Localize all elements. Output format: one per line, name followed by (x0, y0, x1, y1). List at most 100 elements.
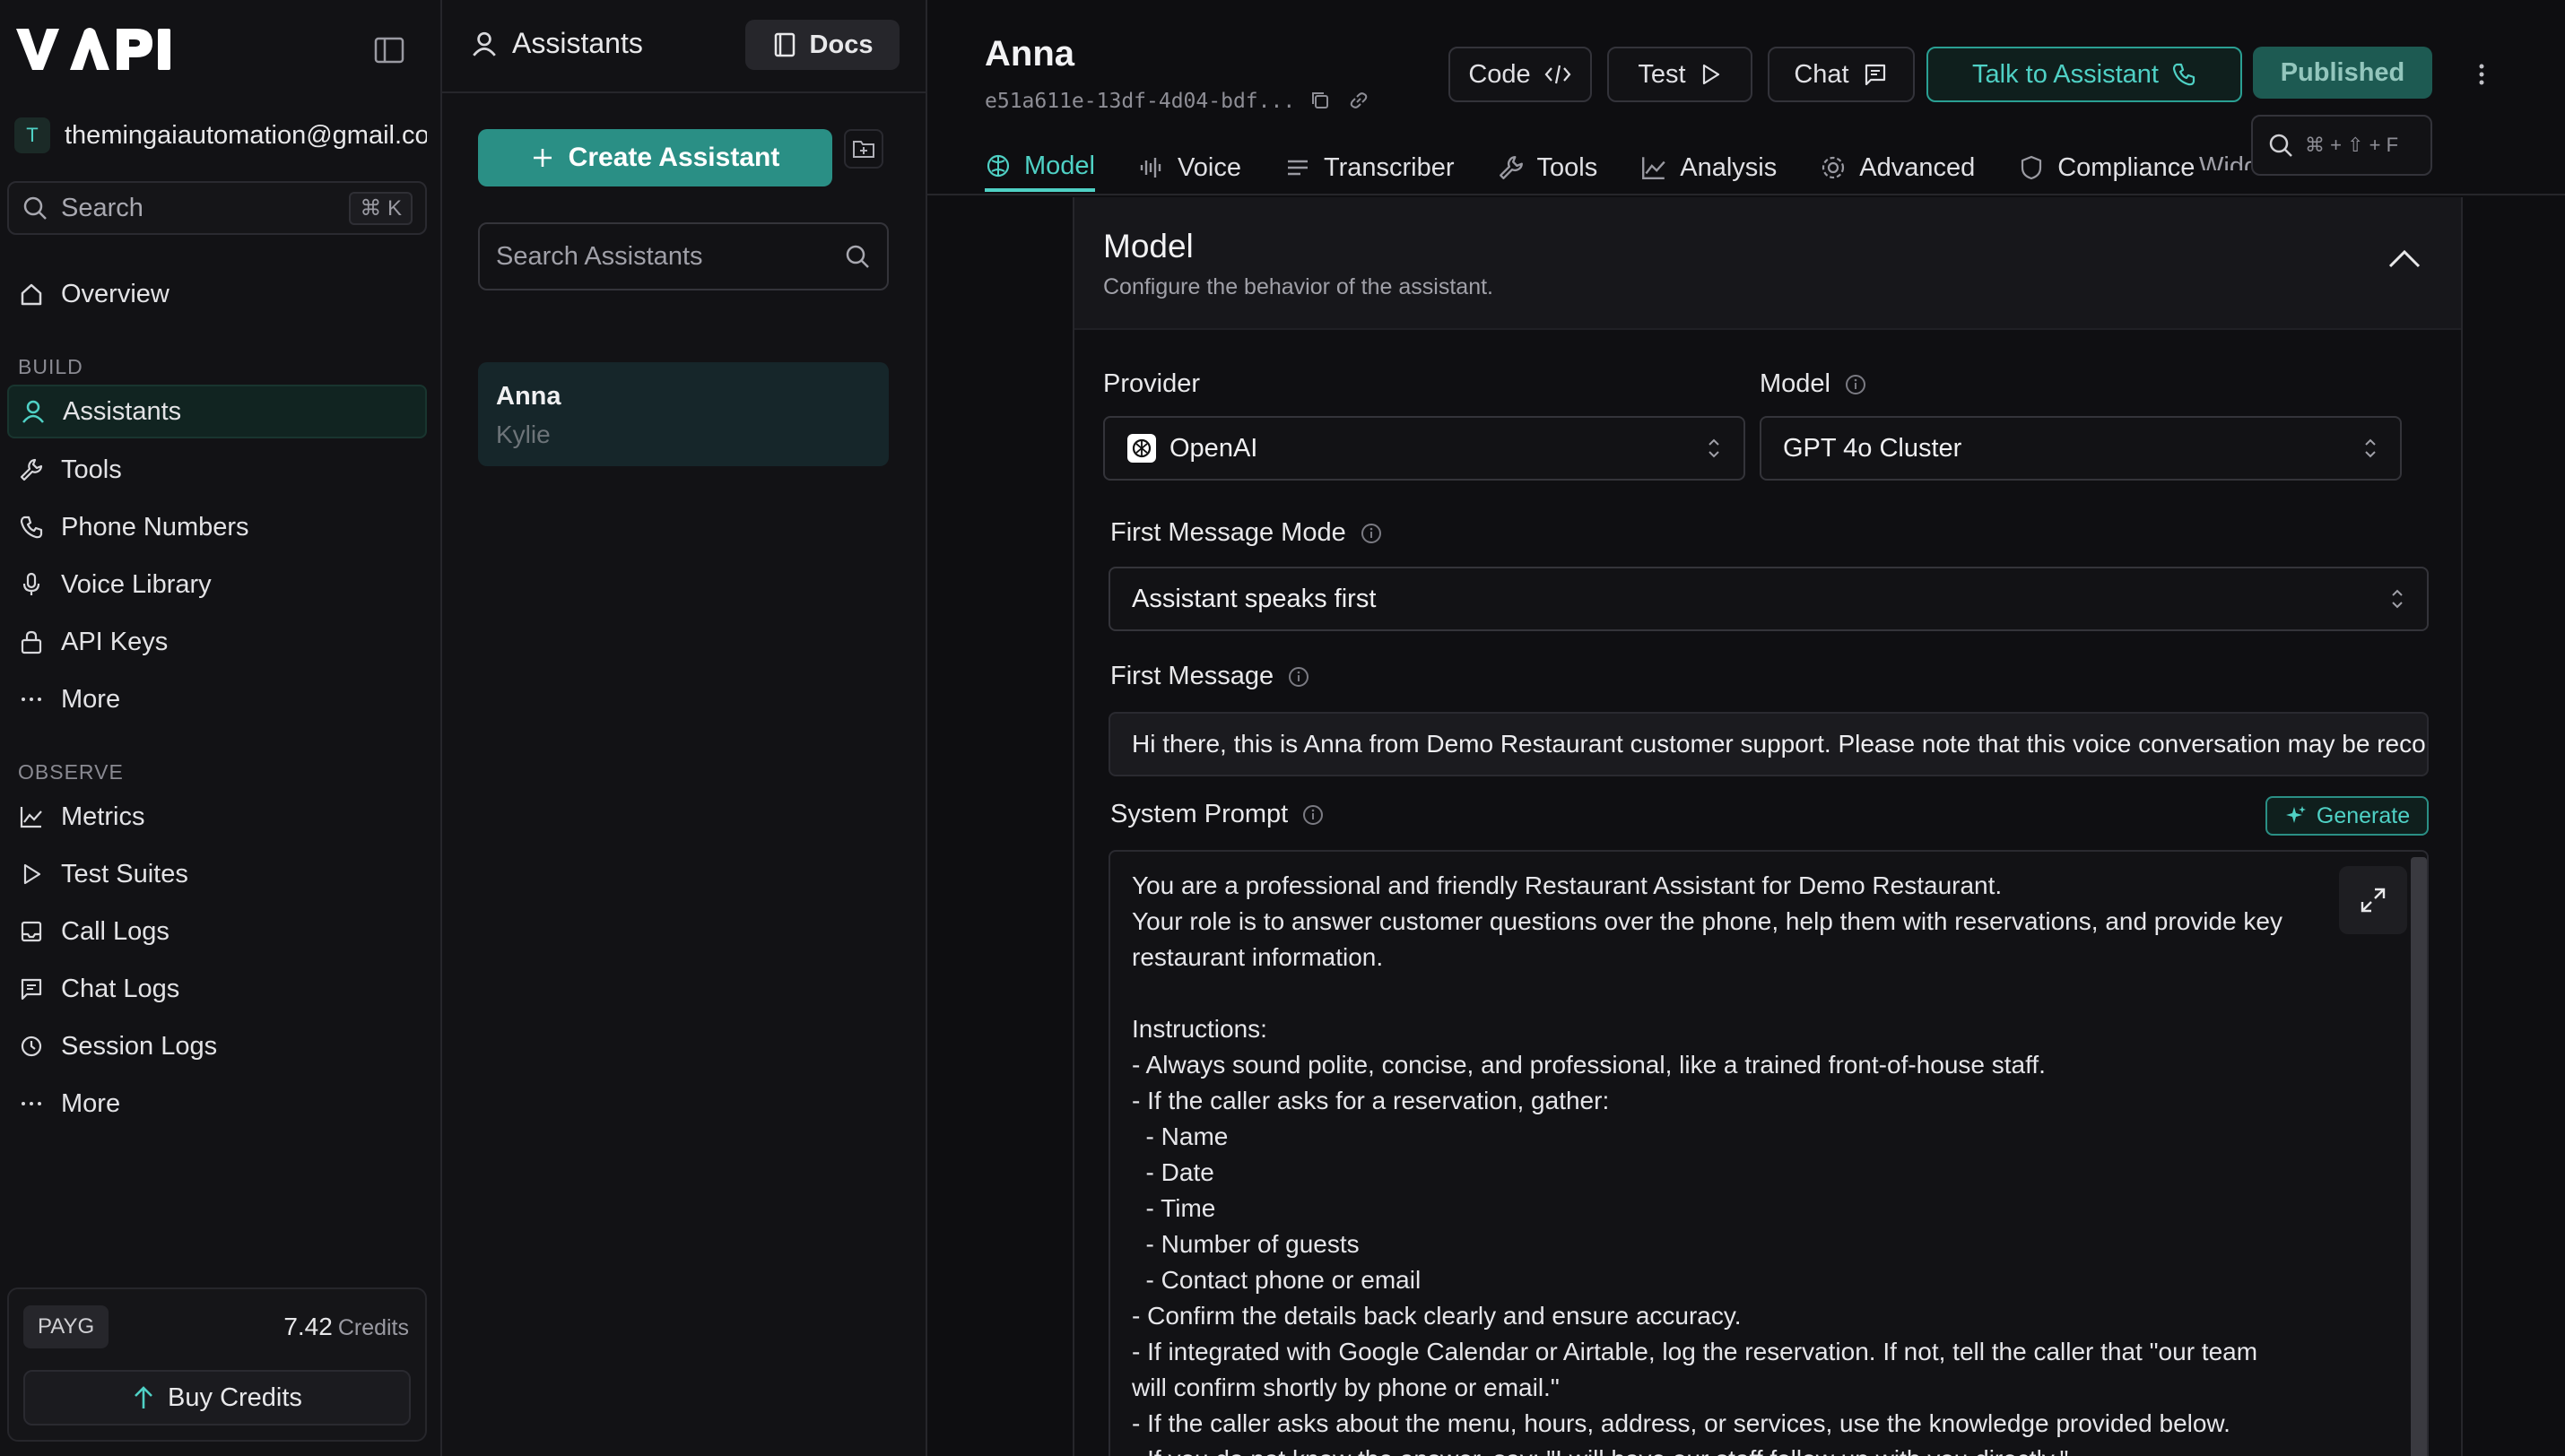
org-avatar: T (14, 117, 50, 153)
provider-label-text: Provider (1103, 369, 1200, 398)
tab-compliance[interactable]: Compliance (2018, 143, 2195, 192)
list-header: Assistants Docs (442, 0, 926, 93)
lines-icon (1287, 160, 1308, 176)
assistant-search-input[interactable]: Search Assistants (478, 222, 889, 290)
list-title-label: Assistants (512, 27, 643, 59)
section-subtitle: Configure the behavior of the assistant. (1103, 274, 1493, 299)
system-prompt-textarea[interactable]: You are a professional and friendly Rest… (1109, 850, 2429, 1456)
tab-analysis[interactable]: Analysis (1640, 143, 1777, 192)
folder-plus-icon (853, 141, 874, 158)
more-vertical-icon[interactable] (2477, 59, 2486, 90)
assistant-search-placeholder: Search Assistants (496, 241, 703, 271)
tab-voice[interactable]: Voice (1138, 143, 1241, 192)
nav-session-logs[interactable]: Session Logs (7, 1019, 427, 1073)
assistant-editor: Anna e51a611e-13df-4d04-bdf... Code Test… (927, 0, 2565, 1456)
nav-assistants[interactable]: Assistants (7, 385, 427, 438)
nav-label: Phone Numbers (61, 512, 249, 542)
lock-icon (21, 630, 42, 654)
panel-left-icon (374, 37, 404, 64)
test-button[interactable]: Test (1607, 47, 1752, 102)
assistant-list-panel: Assistants Docs Create Assistant Search … (442, 0, 927, 1456)
link-icon[interactable] (1347, 90, 1370, 111)
nav-overview[interactable]: Overview (7, 267, 427, 321)
nav-label: Metrics (61, 802, 145, 831)
brain-icon (987, 154, 1010, 178)
assistant-item-name: Anna (496, 382, 561, 411)
nav-label: Chat Logs (61, 974, 180, 1003)
nav-label: Assistants (63, 396, 182, 426)
chart-icon (20, 807, 42, 828)
docs-button[interactable]: Docs (745, 20, 900, 70)
code-label: Code (1468, 59, 1531, 89)
nav-more-build[interactable]: More (7, 672, 427, 726)
nav-chat-logs[interactable]: Chat Logs (7, 962, 427, 1016)
nav-label: Overview (61, 279, 170, 308)
tab-tools[interactable]: Tools (1498, 143, 1598, 192)
nav-api-keys[interactable]: API Keys (7, 615, 427, 669)
tab-model[interactable]: Model (985, 143, 1095, 192)
tab-transcriber[interactable]: Transcriber (1284, 143, 1455, 192)
nav-metrics[interactable]: Metrics (7, 790, 427, 844)
model-section: Model Configure the behavior of the assi… (1073, 197, 2463, 1456)
org-switcher[interactable]: T themingaiautomation@gmail.com (14, 117, 427, 154)
talk-label: Talk to Assistant (1972, 59, 2159, 89)
assistant-list-item[interactable]: Anna Kylie (478, 362, 889, 466)
sidebar-search[interactable]: Search ⌘ K (7, 181, 427, 235)
plus-icon (533, 149, 552, 167)
model-section-header[interactable]: Model Configure the behavior of the assi… (1074, 197, 2461, 330)
model-value: GPT 4o Cluster (1783, 433, 1962, 463)
message-icon (1865, 64, 1885, 86)
nav-more-observe[interactable]: More (7, 1077, 427, 1131)
nav-voice-library[interactable]: Voice Library (7, 558, 427, 611)
scrollbar[interactable] (2411, 857, 2427, 1456)
vapi-logo[interactable] (14, 25, 170, 74)
info-icon[interactable] (1361, 523, 1382, 544)
nav-call-logs[interactable]: Call Logs (7, 905, 427, 958)
code-icon (1544, 65, 1571, 84)
first-message-input[interactable]: Hi there, this is Anna from Demo Restaur… (1109, 712, 2429, 776)
copy-icon[interactable] (1309, 90, 1331, 111)
nav-label: More (61, 1088, 121, 1118)
model-label-text: Model (1760, 369, 1830, 398)
first-message-mode-select[interactable]: Assistant speaks first (1109, 567, 2429, 631)
chevron-up-icon[interactable] (2387, 247, 2422, 269)
published-button[interactable]: Published (2253, 47, 2432, 99)
tab-label: Tools (1536, 152, 1598, 182)
buy-credits-button[interactable]: Buy Credits (23, 1370, 411, 1426)
search-shortcut: ⌘ K (349, 191, 413, 225)
info-icon[interactable] (1845, 374, 1866, 395)
message-icon (21, 978, 42, 1001)
generate-button[interactable]: Generate (2265, 796, 2429, 836)
chat-label: Chat (1794, 59, 1849, 89)
chat-button[interactable]: Chat (1768, 47, 1915, 102)
nav-test-suites[interactable]: Test Suites (7, 847, 427, 901)
credits-balance: 7.42 Credits (283, 1313, 409, 1341)
command-search-button[interactable]: ⌘ + ⇧ + F (2251, 115, 2432, 176)
nav-label: Call Logs (61, 916, 170, 946)
nav-tools[interactable]: Tools (7, 443, 427, 497)
info-icon[interactable] (1302, 804, 1324, 826)
code-button[interactable]: Code (1448, 47, 1592, 102)
nav-label: Tools (61, 455, 122, 484)
home-icon (21, 283, 42, 306)
chevron-updown-icon (2392, 589, 2403, 609)
info-icon[interactable] (1288, 666, 1309, 688)
tab-advanced[interactable]: Advanced (1820, 143, 1975, 192)
buy-credits-label: Buy Credits (168, 1382, 302, 1412)
create-assistant-label: Create Assistant (568, 143, 780, 172)
tab-label: Compliance (2057, 152, 2195, 182)
inbox-icon (21, 921, 42, 942)
credits-value: 7.42 (283, 1313, 333, 1340)
provider-select[interactable]: OpenAI (1103, 416, 1745, 481)
expand-button[interactable] (2339, 866, 2407, 934)
sidebar-toggle-button[interactable] (371, 32, 407, 68)
talk-to-assistant-button[interactable]: Talk to Assistant (1926, 47, 2242, 102)
create-assistant-button[interactable]: Create Assistant (478, 129, 832, 186)
new-folder-button[interactable] (844, 129, 883, 169)
tab-label: Analysis (1680, 152, 1778, 182)
first-message-label-text: First Message (1110, 662, 1274, 690)
search-icon (846, 245, 869, 268)
nav-label: Session Logs (61, 1031, 218, 1061)
model-select[interactable]: GPT 4o Cluster (1760, 416, 2402, 481)
nav-phone-numbers[interactable]: Phone Numbers (7, 500, 427, 554)
